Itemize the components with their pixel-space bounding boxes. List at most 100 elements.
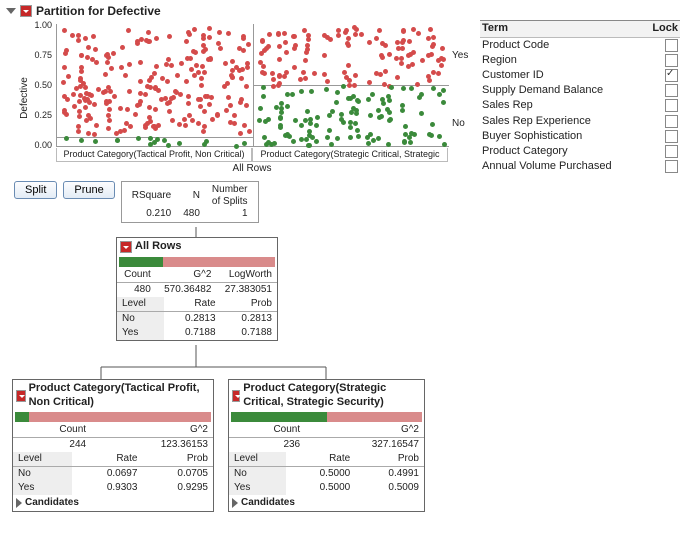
data-point [267,32,272,37]
data-point [309,89,314,94]
data-point [143,125,148,130]
data-point [92,102,97,107]
disclosure-icon[interactable] [6,8,16,14]
data-point [370,92,375,97]
hotspot-icon[interactable] [120,241,132,253]
data-point [346,63,351,68]
data-point [431,35,436,40]
data-point [336,28,341,33]
data-point [135,103,140,108]
lock-checkbox[interactable] [665,39,678,52]
data-point [407,39,412,44]
data-point [377,28,382,33]
data-point [226,31,231,36]
data-point [83,85,88,90]
node-root[interactable]: All Rows CountG^2LogWorth 480570.3648227… [116,237,278,340]
partition-tree: All Rows CountG^2LogWorth 480570.3648227… [6,227,694,527]
data-point [94,123,99,128]
lock-checkbox[interactable] [665,130,678,143]
data-point [389,85,394,90]
data-point [325,79,330,84]
data-point [299,89,304,94]
split-button[interactable]: Split [14,181,57,199]
data-point [399,61,404,66]
data-point [89,93,94,98]
data-point [347,83,352,88]
data-point [167,34,172,39]
data-point [61,80,66,85]
data-point [204,139,209,144]
lock-checkbox[interactable] [665,54,678,67]
term-row: Product Code [480,37,680,53]
lock-checkbox[interactable] [665,69,678,82]
data-point [165,79,170,84]
data-point [247,129,252,134]
data-point [400,108,405,113]
data-point [334,100,339,105]
data-point [406,53,411,58]
data-point [409,86,414,91]
term-name: Customer ID [480,68,644,83]
hotspot-icon[interactable] [16,390,26,402]
hotspot-icon[interactable] [232,390,240,402]
node-right[interactable]: Product Category(Strategic Critical, Str… [228,379,425,511]
data-point [92,132,97,137]
data-point [193,50,198,55]
data-point [241,48,246,53]
data-point [125,107,130,112]
data-point [401,29,406,34]
data-point [147,105,152,110]
data-point [304,50,309,55]
data-point [307,143,312,148]
lock-checkbox[interactable] [665,99,678,112]
data-point [291,139,296,144]
candidates-toggle[interactable]: Candidates [13,495,213,511]
hotspot-icon[interactable] [20,5,32,17]
data-point [427,78,432,83]
data-point [194,63,199,68]
data-point [103,89,108,94]
data-point [229,73,234,78]
data-point [285,104,290,109]
data-point [260,38,265,43]
data-point [442,142,447,147]
data-point [411,50,416,55]
data-point [123,73,128,78]
data-point [264,46,269,51]
data-point [380,55,385,60]
data-point [77,109,82,114]
data-point [262,135,267,140]
data-point [138,60,143,65]
prune-button[interactable]: Prune [63,181,114,199]
data-point [76,124,81,129]
term-row: Customer ID [480,68,680,83]
lock-checkbox[interactable] [665,84,678,97]
data-point [112,94,117,99]
data-point [154,36,159,41]
node-left[interactable]: Product Category(Tactical Profit, Non Cr… [12,379,214,511]
data-point [412,132,417,137]
data-point [196,97,201,102]
data-point [153,107,158,112]
lock-checkbox[interactable] [665,115,678,128]
lock-checkbox[interactable] [665,160,678,173]
data-point [305,43,310,48]
data-point [380,41,385,46]
data-point [387,118,392,123]
terms-panel: Term Lock Product CodeRegionCustomer IDS… [480,20,680,175]
data-point [162,138,167,143]
data-point [77,114,82,119]
data-point [258,106,263,111]
data-point [430,122,435,127]
data-point [436,71,441,76]
data-point [242,123,247,128]
data-point [72,104,77,109]
data-point [352,83,357,88]
data-point [169,63,174,68]
data-point [402,140,407,145]
data-point [408,140,413,145]
data-point [199,76,204,81]
lock-checkbox[interactable] [665,145,678,158]
data-point [182,117,187,122]
candidates-toggle[interactable]: Candidates [229,495,424,511]
